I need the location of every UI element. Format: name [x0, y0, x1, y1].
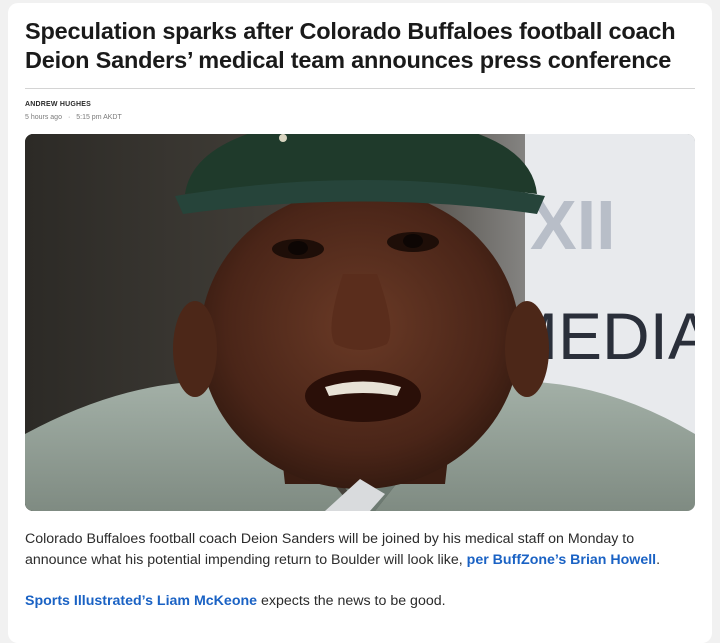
author-name[interactable]: ANDREW HUGHES: [25, 101, 91, 108]
paragraph-2-text: expects the news to be good.: [257, 593, 446, 609]
article-card: Speculation sparks after Colorado Buffal…: [8, 3, 712, 643]
paragraph-1-end: .: [656, 552, 661, 568]
meta-separator: ·: [67, 114, 71, 121]
sports-illustrated-link[interactable]: Sports Illustrated’s Liam McKeone: [25, 593, 257, 609]
article-meta: 5 hours ago · 5:15 pm AKDT: [25, 114, 122, 121]
buffzone-link[interactable]: per BuffZone’s Brian Howell: [467, 552, 656, 568]
publish-time: 5:15 pm AKDT: [76, 114, 122, 121]
hero-image: XII MEDIA D: [25, 134, 695, 511]
time-ago: 5 hours ago: [25, 114, 62, 121]
hero-photo: XII MEDIA D: [25, 134, 695, 511]
article-paragraph-2: Sports Illustrated’s Liam McKeone expect…: [25, 591, 697, 612]
article-headline: Speculation sparks after Colorado Buffal…: [25, 18, 676, 73]
article-paragraph-1: Colorado Buffaloes football coach Deion …: [25, 529, 697, 571]
headline-divider: [25, 88, 695, 89]
